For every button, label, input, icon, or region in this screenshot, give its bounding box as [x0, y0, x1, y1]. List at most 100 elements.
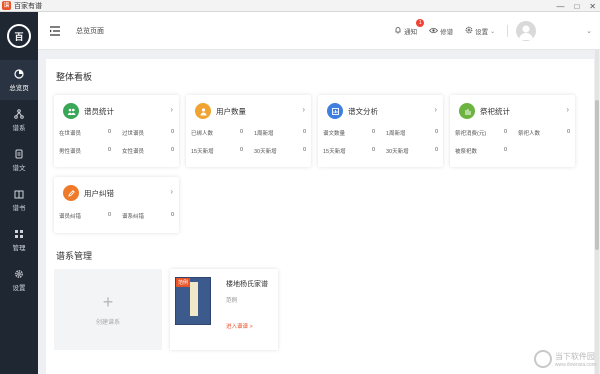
card-article-analysis[interactable]: 谱文分析 › 谱文数量 0 1周新增 0 15天新增 0 30天新增 0	[318, 95, 443, 167]
genealogy-book-card[interactable]: 范例 楼地杨氏家谱 范例 进入谱谱 >	[170, 269, 278, 350]
stat-value: 0	[434, 129, 438, 135]
card-member-stats[interactable]: 谱员统计 › 在世谱员 0 过世谱员 0 男性谱员 0 女性谱员 0	[54, 95, 179, 167]
lineage-section-title: 谱系管理	[56, 251, 93, 261]
stat-value: 0	[239, 129, 243, 135]
header-divider	[507, 25, 509, 37]
chevron-right-icon: ›	[302, 105, 305, 114]
chart-icon	[327, 103, 343, 119]
card-title: 谱员统计	[84, 106, 114, 116]
stat-label: 男性谱员	[59, 149, 82, 155]
notification-count-badge: 1	[416, 19, 425, 27]
stat-value: 0	[566, 129, 570, 135]
watermark-url: www.downxia.com	[554, 361, 596, 368]
grid-icon	[14, 229, 24, 239]
stat-value: 0	[170, 129, 174, 135]
settings-dropdown[interactable]: 设置 ⌄	[465, 26, 495, 36]
chevron-down-icon[interactable]: ⌄	[586, 27, 592, 35]
stat-label: 谱员纠错	[59, 214, 82, 220]
stat-value: 0	[107, 147, 111, 153]
sidebar-item-label: 谱书	[12, 204, 26, 212]
plus-icon: +	[102, 292, 114, 312]
stat-value: 0	[434, 147, 438, 153]
chevron-right-icon: ›	[434, 105, 437, 114]
card-user-count[interactable]: 用户数量 › 已绑人数 0 1周新增 0 15天新增 0 30天新增 0	[186, 95, 311, 167]
stat-label: 1周新增	[254, 131, 274, 137]
stat-value: 0	[302, 147, 306, 153]
watermark-text: 当下软件园	[554, 351, 595, 361]
create-lineage-button[interactable]: + 创建谱系	[54, 269, 162, 350]
stat-value: 0	[503, 147, 507, 153]
stat-label: 在世谱员	[59, 131, 82, 137]
sidebar: 百 总览页 谱系 谱文 谱书 管理 设置	[0, 12, 38, 374]
card-title: 谱文分析	[348, 106, 378, 116]
scrollbar-thumb[interactable]	[595, 100, 599, 250]
card-user-corrections[interactable]: 用户纠错 › 谱员纠错 0 谱系纠错 0	[54, 177, 179, 233]
stat-value: 0	[371, 129, 375, 135]
sidebar-item-overview[interactable]: 总览页	[0, 60, 38, 100]
card-title: 用户数量	[216, 106, 246, 116]
stat-value: 0	[302, 129, 306, 135]
edit-genealogy-button[interactable]: 修谱	[429, 26, 453, 36]
stat-label: 1周新增	[386, 131, 406, 137]
sidebar-item-articles[interactable]: 谱文	[0, 140, 38, 180]
sidebar-item-label: 管理	[12, 244, 26, 252]
menu-toggle-icon[interactable]	[48, 24, 62, 38]
people-icon	[63, 103, 79, 119]
leaf-icon	[459, 103, 475, 119]
gear-icon	[465, 26, 473, 36]
stat-label: 女性谱员	[122, 149, 145, 155]
stat-label: 30天新增	[386, 149, 409, 155]
stat-label: 谱系纠错	[122, 214, 145, 220]
chevron-right-icon: ›	[170, 105, 173, 114]
card-title: 祭祀统计	[480, 106, 510, 116]
stat-value: 0	[107, 212, 111, 218]
breadcrumb: 总览页面	[76, 27, 104, 35]
card-worship-stats[interactable]: 祭祀统计 › 祭祀消费(元) 0 祭祀人数 0 被祭祀数 0	[450, 95, 575, 167]
bell-icon	[394, 26, 402, 36]
book-subtitle: 范例	[226, 298, 238, 304]
vertical-scrollbar[interactable]	[595, 50, 599, 374]
stat-label: 已绑人数	[191, 131, 214, 137]
stat-value: 0	[503, 129, 507, 135]
card-title: 用户纠错	[84, 188, 114, 198]
avatar[interactable]	[516, 21, 537, 41]
logo[interactable]: 百	[0, 12, 38, 60]
sidebar-item-manage[interactable]: 管理	[0, 220, 38, 260]
enter-book-link[interactable]: 进入谱谱 >	[226, 322, 253, 330]
document-icon	[14, 149, 24, 159]
stat-value: 0	[239, 147, 243, 153]
sidebar-item-label: 总览页	[9, 84, 29, 92]
stat-value: 0	[107, 129, 111, 135]
main-panel: 整体看板 谱员统计 › 在世谱员 0 过世谱员 0 男性谱员 0 女性谱员 0 用户数量…	[46, 59, 594, 374]
pie-chart-icon	[14, 68, 24, 79]
stat-label: 被祭祀数	[455, 149, 478, 155]
edit-genealogy-label: 修谱	[440, 29, 454, 36]
stat-label: 15天新增	[323, 149, 346, 155]
sidebar-item-label: 设置	[12, 284, 26, 292]
close-icon[interactable]: ✕	[589, 2, 596, 11]
tree-icon	[14, 108, 24, 119]
maximize-icon[interactable]: □	[574, 2, 579, 11]
settings-label: 设置	[475, 29, 489, 36]
notifications-button[interactable]: 通知 1	[394, 19, 425, 36]
notifications-label: 通知	[404, 29, 418, 36]
sidebar-item-label: 谱文	[12, 164, 26, 172]
dashboard-title: 整体看板	[56, 72, 93, 82]
create-lineage-label: 创建谱系	[95, 320, 120, 326]
eye-icon	[429, 27, 439, 36]
sidebar-item-books[interactable]: 谱书	[0, 180, 38, 220]
minimize-icon[interactable]: —	[556, 2, 564, 11]
window-title: 百家有谱	[14, 2, 42, 10]
pencil-icon	[63, 185, 79, 201]
sidebar-item-lineage[interactable]: 谱系	[0, 100, 38, 140]
sidebar-item-settings[interactable]: 设置	[0, 260, 38, 300]
watermark: 当下软件园 www.downxia.com	[533, 350, 596, 368]
sidebar-item-label: 谱系	[12, 124, 26, 132]
stat-label: 谱文数量	[323, 131, 346, 137]
logo-mark: 百	[7, 24, 31, 48]
gear-icon	[14, 269, 24, 279]
chevron-down-icon: ⌄	[490, 28, 496, 35]
stat-label: 过世谱员	[122, 131, 145, 137]
stat-label: 15天新增	[191, 149, 214, 155]
user-icon	[195, 103, 211, 119]
